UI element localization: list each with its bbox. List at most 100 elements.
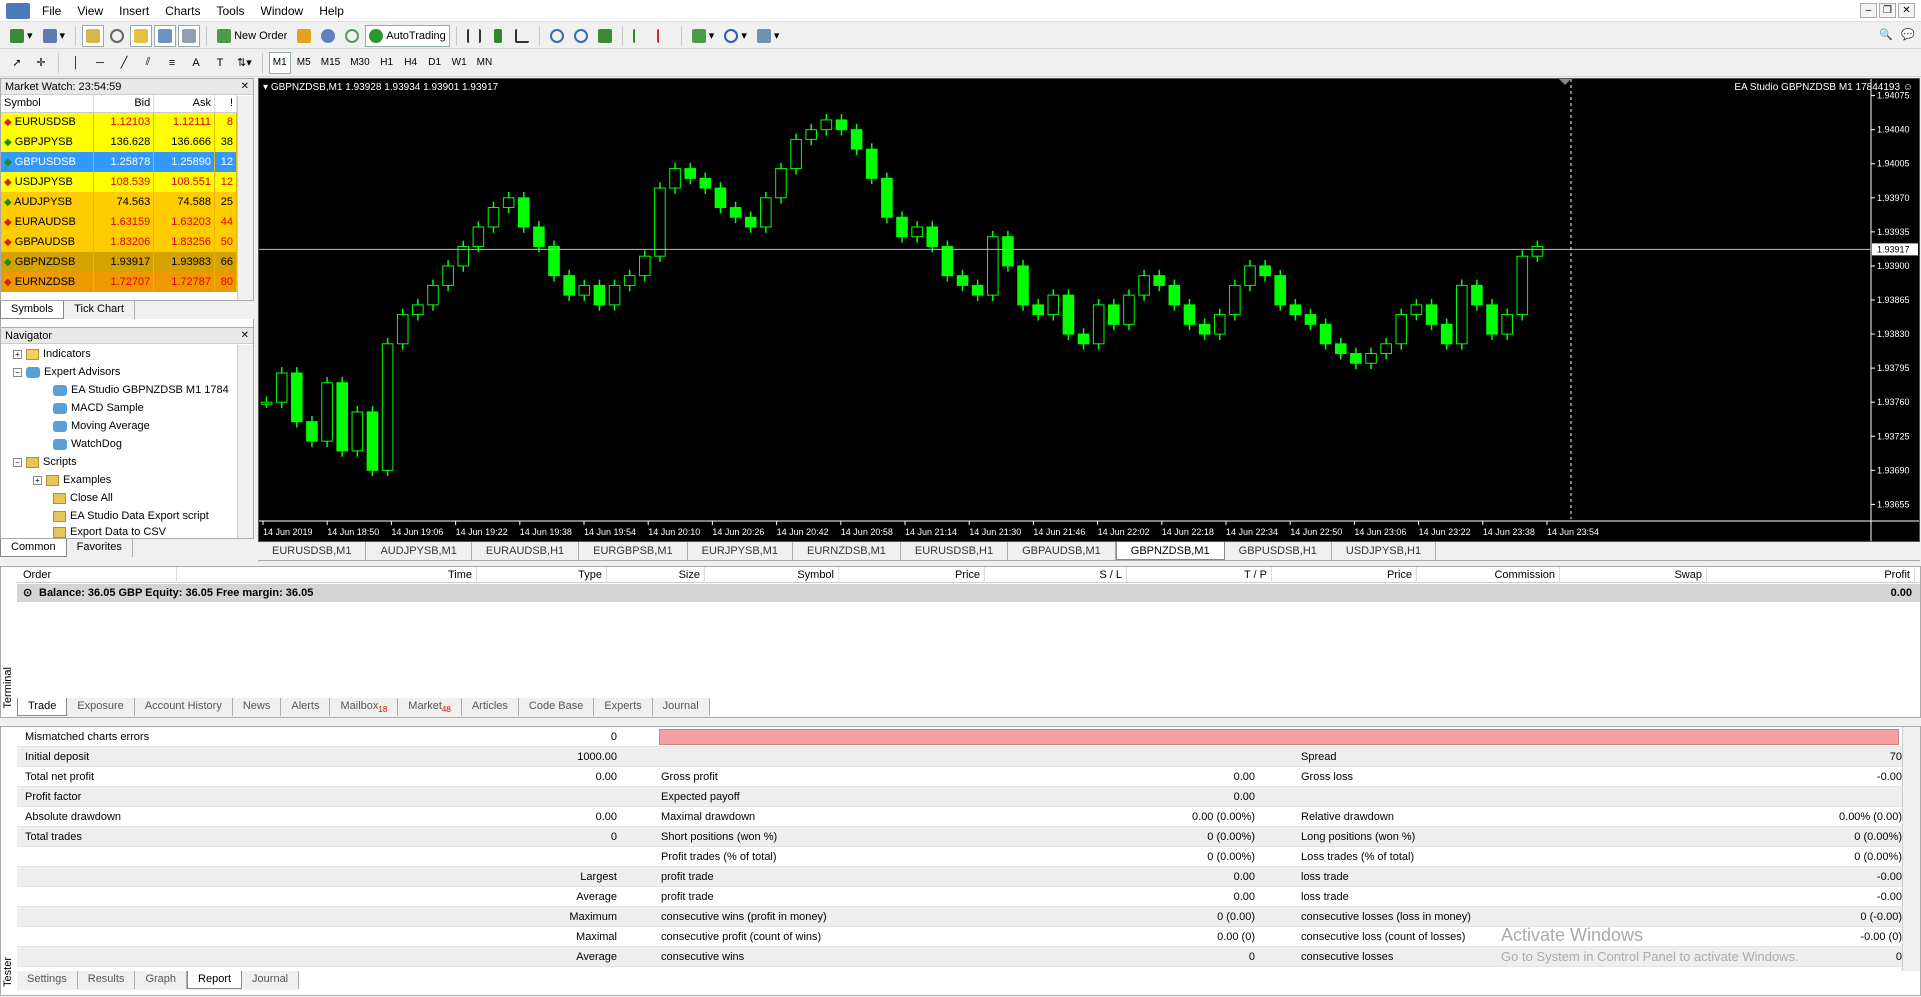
nav-ea-studio[interactable]: EA Studio GBPNZDSB M1 1784 <box>53 381 229 399</box>
chart-tab[interactable]: GBPAUDSB,M1 <box>1008 542 1116 560</box>
menu-charts[interactable]: Charts <box>157 0 208 22</box>
restore-button[interactable]: ❐ <box>1879 3 1896 18</box>
market-watch-row[interactable]: ◆ USDJPYSB 108.539 108.551 12 <box>1 172 237 192</box>
tab-tick-chart[interactable]: Tick Chart <box>64 301 135 319</box>
menu-help[interactable]: Help <box>311 0 352 22</box>
col-header[interactable]: Time <box>217 567 477 583</box>
tester-tab[interactable]: Settings <box>17 971 78 989</box>
terminal-tab[interactable]: Code Base <box>519 698 595 716</box>
market-watch-row[interactable]: ◆ AUDJPYSB 74.563 74.588 25 <box>1 192 237 212</box>
symbol-cell[interactable]: ◆ GBPUSDSB <box>1 152 94 172</box>
zoom-in-button[interactable] <box>546 25 568 47</box>
period-m5[interactable]: M5 <box>293 52 315 74</box>
crosshair-tool[interactable]: ✛ <box>30 52 52 74</box>
col-header[interactable]: Price <box>847 567 985 583</box>
navigator-toggle[interactable] <box>130 24 153 47</box>
market-watch-row[interactable]: ◆ EURUSDSB 1.12103 1.12111 8 <box>1 112 237 132</box>
text-tool[interactable]: A <box>185 52 207 74</box>
expand-icon[interactable]: + <box>33 475 42 485</box>
market-watch-row[interactable]: ◆ GBPAUDSB 1.83206 1.83256 50 <box>1 232 237 252</box>
zoom-out-button[interactable] <box>570 25 592 47</box>
chart-window[interactable]: ▾ GBPNZDSB,M1 1.93928 1.93934 1.93901 1.… <box>258 78 1920 542</box>
tab-favorites[interactable]: Favorites <box>67 539 133 557</box>
channel-tool[interactable]: ⫽ <box>137 52 159 74</box>
arrows-tool[interactable]: ⇅▾ <box>233 52 256 74</box>
navigator-scrollbar[interactable] <box>237 345 253 540</box>
tester-tab[interactable]: Results <box>78 971 136 989</box>
close-icon[interactable]: ✕ <box>241 328 249 344</box>
horizontal-line-tool[interactable]: ─ <box>89 52 111 74</box>
period-mn[interactable]: MN <box>473 52 497 74</box>
bar-chart-button[interactable] <box>463 25 485 47</box>
period-w1[interactable]: W1 <box>448 52 471 74</box>
terminal-tab[interactable]: Experts <box>594 698 653 716</box>
terminal-tab[interactable]: Account History <box>135 698 233 716</box>
tester-toggle[interactable] <box>178 24 201 47</box>
tab-symbols[interactable]: Symbols <box>0 301 65 319</box>
price-chart[interactable]: 1.94075 1.94040 1.94005 1.93970 1.93935 1.939… <box>259 79 1919 541</box>
col-header[interactable]: Swap <box>1567 567 1707 583</box>
chart-tab[interactable]: EURJPYSB,M1 <box>688 542 794 560</box>
terminal-tab[interactable]: Trade <box>17 698 68 716</box>
terminal-tab[interactable]: Market48 <box>398 698 462 716</box>
period-h4[interactable]: H4 <box>400 52 422 74</box>
report-scrollbar[interactable] <box>1902 727 1920 971</box>
market-watch-row[interactable]: ◆ GBPJPYSB 136.628 136.666 38 <box>1 132 237 152</box>
col-header[interactable]: Size <box>617 567 705 583</box>
terminal-tab[interactable]: Articles <box>462 698 519 716</box>
tester-tab[interactable]: Journal <box>242 971 300 989</box>
market-watch-scrollbar[interactable] <box>237 96 253 311</box>
col-header[interactable]: Order <box>23 567 177 583</box>
vertical-line-tool[interactable]: │ <box>65 52 87 74</box>
terminal-tab[interactable]: Exposure <box>67 698 135 716</box>
terminal-toggle[interactable] <box>154 24 177 47</box>
close-button[interactable]: ✕ <box>1898 3 1915 18</box>
tab-common[interactable]: Common <box>0 539 67 557</box>
chart-tab[interactable]: GBPNZDSB,M1 <box>1115 542 1225 560</box>
col-header[interactable]: S / L <box>993 567 1127 583</box>
templates-button[interactable]: ▾ <box>753 25 784 47</box>
col-header[interactable]: Commission <box>1425 567 1560 583</box>
symbol-cell[interactable]: ◆ USDJPYSB <box>1 172 94 192</box>
market-watch-toggle[interactable] <box>82 24 105 47</box>
symbol-cell[interactable]: ◆ GBPNZDSB <box>1 252 94 272</box>
collapse-icon[interactable]: − <box>13 457 22 467</box>
periods-button[interactable]: ▾ <box>720 25 751 47</box>
chart-tab[interactable]: AUDJPYSB,M1 <box>366 542 472 560</box>
period-m1[interactable]: M1 <box>268 51 291 74</box>
symbol-cell[interactable]: ◆ GBPAUDSB <box>1 232 94 252</box>
nav-expert-advisors[interactable]: − Expert Advisors <box>13 363 120 381</box>
close-icon[interactable]: ✕ <box>241 79 249 95</box>
market-watch-row[interactable]: ◆ GBPNZDSB 1.93917 1.93983 66 <box>1 252 237 272</box>
symbol-cell[interactable]: ◆ AUDJPYSB <box>1 192 94 212</box>
nav-scripts[interactable]: − Scripts <box>13 453 77 471</box>
chart-tab[interactable]: EURUSDSB,H1 <box>901 542 1009 560</box>
autotrading-button[interactable]: AutoTrading <box>365 24 450 47</box>
menu-file[interactable]: File <box>34 0 69 22</box>
nav-moving-average[interactable]: Moving Average <box>53 417 150 435</box>
new-order-button[interactable]: New Order <box>213 25 291 47</box>
terminal-tab[interactable]: News <box>233 698 282 716</box>
period-d1[interactable]: D1 <box>424 52 446 74</box>
symbol-cell[interactable]: ◆ EURAUDSB <box>1 212 94 232</box>
symbol-cell[interactable]: ◆ EURNZDSB <box>1 272 94 292</box>
minimize-button[interactable]: – <box>1860 3 1877 18</box>
nav-close-all[interactable]: Close All <box>53 489 113 507</box>
col-header[interactable]: T / P <box>1135 567 1272 583</box>
menu-insert[interactable]: Insert <box>111 0 157 22</box>
period-m15[interactable]: M15 <box>317 52 344 74</box>
col-header[interactable]: Price <box>1279 567 1417 583</box>
nav-data-export-script[interactable]: EA Studio Data Export script <box>53 507 209 525</box>
chart-tab[interactable]: USDJPYSB,H1 <box>1332 542 1437 560</box>
chart-tab[interactable]: EURNZDSB,M1 <box>793 542 901 560</box>
col-symbol[interactable]: Symbol <box>1 95 94 113</box>
col-bid[interactable]: Bid <box>93 95 155 113</box>
col-ask[interactable]: Ask <box>153 95 215 113</box>
terminal-tab[interactable]: Journal <box>653 698 710 716</box>
nav-indicators[interactable]: + Indicators <box>13 345 91 363</box>
label-tool[interactable]: T <box>209 52 231 74</box>
terminal-tab[interactable]: Alerts <box>281 698 331 716</box>
symbol-cell[interactable]: ◆ GBPJPYSB <box>1 132 94 152</box>
col-header[interactable]: Profit <box>1717 567 1915 583</box>
tester-tab[interactable]: Report <box>187 971 243 989</box>
